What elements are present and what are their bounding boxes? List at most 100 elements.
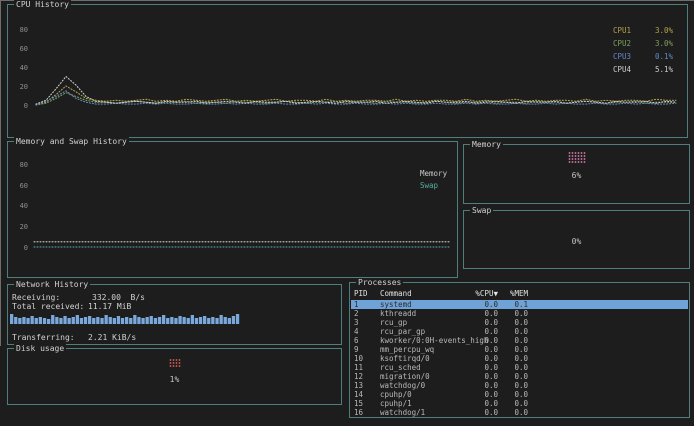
process-cpu: 0.0 xyxy=(462,309,498,318)
header-mem[interactable]: %MEM xyxy=(500,289,528,298)
total-received-value: 11.17 MiB xyxy=(88,302,131,311)
receiving-value: 332.00 B/s xyxy=(92,293,145,302)
cpu-legend: CPU13.0%CPU23.0%CPU30.1%CPU45.1% xyxy=(613,24,673,76)
disk-usage-title: Disk usage xyxy=(14,344,66,353)
process-row[interactable]: 6kworker/0:0H-events_high0.00.0 xyxy=(351,336,688,345)
process-mem: 0.0 xyxy=(500,354,528,363)
process-command: rcu_par_gp xyxy=(380,327,425,336)
transferring-value: 2.21 KiB/s xyxy=(88,333,136,342)
process-pid: 1 xyxy=(354,300,359,309)
process-cpu: 0.0 xyxy=(462,399,498,408)
processes-header: PID Command %CPU▼ %MEM xyxy=(350,289,689,299)
process-mem: 0.0 xyxy=(500,309,528,318)
process-command: watchdog/1 xyxy=(380,408,425,417)
process-row[interactable]: 10 ksoftirqd/0 0.00.0 xyxy=(351,354,688,363)
y-axis-tick: 80 xyxy=(12,162,28,169)
process-command: cpuhp/0 xyxy=(380,390,412,399)
swap-gauge-value: 0% xyxy=(464,237,689,246)
process-cpu: 0.0 xyxy=(462,318,498,327)
process-pid: 9 xyxy=(354,345,359,354)
process-row[interactable]: 4rcu_par_gp0.00.0 xyxy=(351,327,688,336)
process-cpu: 0.0 xyxy=(462,408,498,417)
process-pid: 15 xyxy=(354,399,363,408)
process-row[interactable]: 1systemd0.00.1 xyxy=(351,300,688,309)
y-axis-tick: 20 xyxy=(12,224,28,231)
disk-usage-panel: Disk usage 1% xyxy=(7,348,342,405)
process-command: ksoftirqd/0 xyxy=(380,354,430,363)
process-pid: 13 xyxy=(354,381,363,390)
network-history-panel: Network History Receiving: 332.00 B/s To… xyxy=(7,284,342,345)
memory-swap-history-panel: Memory and Swap History 806040200 Memory… xyxy=(7,141,458,278)
cpu-legend-entry: CPU4 5.1% xyxy=(613,63,673,76)
y-axis-tick: 40 xyxy=(12,203,28,210)
cpu-legend-label: CPU1 xyxy=(613,24,631,37)
swap-gauge-title: Swap xyxy=(470,206,493,215)
disk-gauge-dots-icon xyxy=(169,359,180,368)
process-row[interactable]: 12 migration/0 0.00.0 xyxy=(351,372,688,381)
process-cpu: 0.0 xyxy=(462,327,498,336)
process-row[interactable]: 2kthreadd0.00.0 xyxy=(351,309,688,318)
process-rows: 1systemd0.00.12kthreadd0.00.03rcu_gp0.00… xyxy=(351,300,688,416)
cpu-legend-entry: CPU3 0.1% xyxy=(613,50,673,63)
memory-gauge-panel: Memory 6% xyxy=(463,144,690,204)
memory-gauge-dots-icon xyxy=(568,152,585,163)
y-axis-tick: 40 xyxy=(12,65,28,72)
process-cpu: 0.0 xyxy=(462,345,498,354)
process-cpu: 0.0 xyxy=(462,363,498,372)
process-pid: 3 xyxy=(354,318,359,327)
y-axis-tick: 0 xyxy=(12,103,28,110)
cpu-history-chart xyxy=(30,5,686,137)
process-row[interactable]: 3rcu_gp0.00.0 xyxy=(351,318,688,327)
header-command[interactable]: Command xyxy=(380,289,412,298)
cpu-legend-label: CPU4 xyxy=(613,63,631,76)
process-command: mm_percpu_wq xyxy=(380,345,434,354)
cpu-legend-label: CPU3 xyxy=(613,50,631,63)
process-cpu: 0.0 xyxy=(462,336,498,345)
process-command: migration/0 xyxy=(380,372,430,381)
process-pid: 12 xyxy=(354,372,363,381)
process-row[interactable]: 11rcu_sched0.00.0 xyxy=(351,363,688,372)
disk-usage-value: 1% xyxy=(8,375,341,384)
process-cpu: 0.0 xyxy=(462,300,498,309)
process-row[interactable]: 15cpuhp/10.00.0 xyxy=(351,399,688,408)
header-cpu-sort[interactable]: %CPU▼ xyxy=(462,289,498,298)
process-cpu: 0.0 xyxy=(462,372,498,381)
cpu-legend-entry: CPU23.0% xyxy=(613,37,673,50)
process-mem: 0.0 xyxy=(500,408,528,417)
y-axis-tick: 60 xyxy=(12,46,28,53)
receiving-label: Receiving: xyxy=(12,293,60,302)
y-axis-tick: 60 xyxy=(12,183,28,190)
header-pid[interactable]: PID xyxy=(354,289,368,298)
network-receiving-sparkline xyxy=(10,312,240,324)
memswap-legend-entry: Swap xyxy=(420,180,456,192)
process-pid: 16 xyxy=(354,408,363,417)
memswap-legend-entry: Memory xyxy=(420,168,456,180)
memory-gauge-value: 6% xyxy=(464,171,689,180)
process-mem: 0.0 xyxy=(500,390,528,399)
process-row[interactable]: 13watchdog/00.00.0 xyxy=(351,381,688,390)
cpu-legend-label: CPU2 xyxy=(613,37,631,50)
system-monitor-screen: CPU History 806040200 CPU13.0%CPU23.0%CP… xyxy=(0,0,694,426)
process-pid: 14 xyxy=(354,390,363,399)
process-row[interactable]: 9mm_percpu_wq0.00.0 xyxy=(351,345,688,354)
memory-swap-legend: MemorySwap xyxy=(420,168,456,192)
process-row[interactable]: 16 watchdog/1 0.00.0 xyxy=(351,408,688,417)
process-mem: 0.0 xyxy=(500,372,528,381)
process-pid: 11 xyxy=(354,363,363,372)
process-cpu: 0.0 xyxy=(462,354,498,363)
network-history-title: Network History xyxy=(14,280,90,289)
cpu-legend-value: 0.1% xyxy=(655,50,673,63)
process-command: rcu_sched xyxy=(380,363,421,372)
cpu-history-panel: CPU History 806040200 CPU13.0%CPU23.0%CP… xyxy=(7,4,688,138)
process-mem: 0.1 xyxy=(500,300,528,309)
memory-swap-history-chart xyxy=(30,142,457,277)
y-axis-tick: 0 xyxy=(12,245,28,252)
window-edge-left xyxy=(0,0,1,346)
process-pid: 10 xyxy=(354,354,363,363)
process-pid: 6 xyxy=(354,336,359,345)
process-command: kthreadd xyxy=(380,309,416,318)
cpu-legend-value: 5.1% xyxy=(655,63,673,76)
process-row[interactable]: 14cpuhp/00.00.0 xyxy=(351,390,688,399)
transferring-label: Transferring: xyxy=(12,333,75,342)
processes-panel: Processes PID Command %CPU▼ %MEM 1system… xyxy=(349,282,690,418)
